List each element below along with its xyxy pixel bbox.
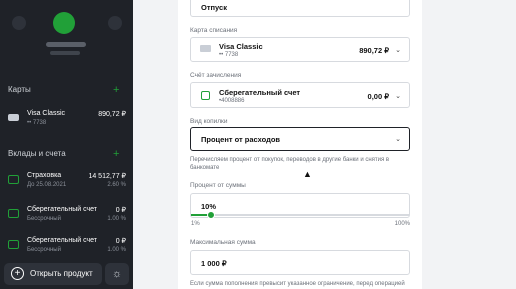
sidebar-item-card[interactable]: Visa Classic •• 7738 890,72 ₽ — [8, 110, 126, 132]
open-product-button[interactable]: + Открыть продукт — [4, 263, 102, 285]
debit-card-number: •• 7738 — [219, 52, 239, 58]
deposits-section-title: Вклады и счета — [8, 149, 66, 158]
sidebar-item-deposit[interactable]: Сберегательный счет Бессрочный 0 ₽ 1.00 … — [8, 206, 126, 228]
open-product-label: Открыть продукт — [30, 269, 93, 278]
deposit-amount: 0 ₽ — [115, 238, 126, 245]
piggy-type-hint: Перечисляем процент от покупок, переводо… — [190, 157, 390, 171]
deposit-rate: 1.00 % — [107, 216, 126, 222]
chevron-down-icon: ⌄ — [395, 93, 401, 100]
credit-account-label: Счёт зачисления — [190, 72, 242, 79]
deposit-rate: 1.00 % — [107, 247, 126, 253]
sidebar: Карты + Visa Classic •• 7738 890,72 ₽ Вк… — [0, 0, 133, 289]
credit-account-select[interactable]: Сберегательный счет •4008886 0,00 ₽ ⌄ — [190, 82, 410, 108]
percent-slider-handle[interactable] — [207, 211, 215, 219]
deposit-sub: Бессрочный — [27, 216, 61, 222]
add-card-icon[interactable]: + — [113, 85, 119, 96]
deposit-amount: 0 ₽ — [115, 207, 126, 214]
chevron-down-icon: ⌄ — [395, 47, 401, 54]
mouse-cursor-icon: ▲ — [303, 169, 312, 179]
piggy-type-select[interactable]: Процент от расходов ⌄ — [190, 127, 410, 151]
sidebar-item-deposit[interactable]: Страховка До 25.08.2021 14 512,77 ₽ 2.60… — [8, 172, 126, 194]
credit-account-amount: 0,00 ₽ — [367, 92, 389, 101]
piggy-type-label: Вид копилки — [190, 118, 228, 125]
goal-name-value: Отпуск — [201, 3, 227, 12]
max-amount-value: 1 000 ₽ — [201, 259, 227, 268]
piggy-type-value: Процент от расходов — [201, 135, 281, 144]
slider-min-label: 1% — [191, 221, 200, 227]
plus-circle-icon: + — [11, 267, 24, 280]
card-name: Visa Classic — [27, 110, 65, 117]
user-sub-blurred — [50, 51, 80, 55]
debit-card-name: Visa Classic — [219, 42, 263, 51]
card-number: •• 7738 — [27, 120, 47, 126]
max-amount-input[interactable]: 1 000 ₽ — [190, 250, 410, 275]
debit-card-select[interactable]: Visa Classic •• 7738 890,72 ₽ ⌄ — [190, 37, 410, 62]
deposit-icon — [8, 209, 19, 218]
piggy-bank-form: Отпуск Карта списания Visa Classic •• 77… — [178, 0, 422, 289]
add-deposit-icon[interactable]: + — [113, 149, 119, 160]
chevron-down-icon: ⌄ — [395, 136, 401, 143]
card-icon — [8, 114, 19, 121]
deposit-name: Сберегательный счет — [27, 206, 98, 213]
cards-section-title: Карты — [8, 85, 31, 94]
deposit-rate: 2.60 % — [107, 182, 126, 188]
debit-card-amount: 890,72 ₽ — [359, 46, 389, 55]
card-icon — [200, 45, 211, 52]
percent-label: Процент от суммы — [190, 182, 246, 189]
deposit-sub: Бессрочный — [27, 247, 61, 253]
max-amount-hint: Если сумма пополнения превысит указанное… — [190, 281, 405, 287]
deposit-name: Страховка — [27, 172, 62, 179]
credit-account-name: Сберегательный счет — [219, 88, 301, 97]
notifications-icon[interactable] — [12, 16, 26, 30]
main-area: Отпуск Карта списания Visa Classic •• 77… — [133, 0, 516, 289]
avatar[interactable] — [53, 12, 75, 34]
deposit-icon — [8, 240, 19, 249]
deposit-amount: 14 512,77 ₽ — [88, 173, 126, 180]
credit-account-number: •4008886 — [219, 98, 245, 104]
max-amount-label: Максимальная сумма — [190, 239, 256, 246]
settings-icon[interactable] — [108, 16, 122, 30]
goal-name-input[interactable]: Отпуск — [190, 0, 410, 17]
deposit-name: Сберегательный счет — [27, 237, 98, 244]
percent-slider[interactable] — [191, 211, 409, 219]
debit-card-label: Карта списания — [190, 27, 238, 34]
savings-account-icon — [201, 91, 210, 100]
deposit-sub: До 25.08.2021 — [27, 182, 67, 188]
percent-value: 10% — [201, 202, 217, 211]
deposit-icon — [8, 175, 19, 184]
user-name-blurred — [46, 42, 86, 47]
sidebar-item-deposit[interactable]: Сберегательный счет Бессрочный 0 ₽ 1.00 … — [8, 237, 126, 259]
slider-max-label: 100% — [394, 221, 410, 227]
card-amount: 890,72 ₽ — [98, 111, 126, 118]
theme-toggle-icon[interactable]: ☼ — [105, 263, 129, 285]
